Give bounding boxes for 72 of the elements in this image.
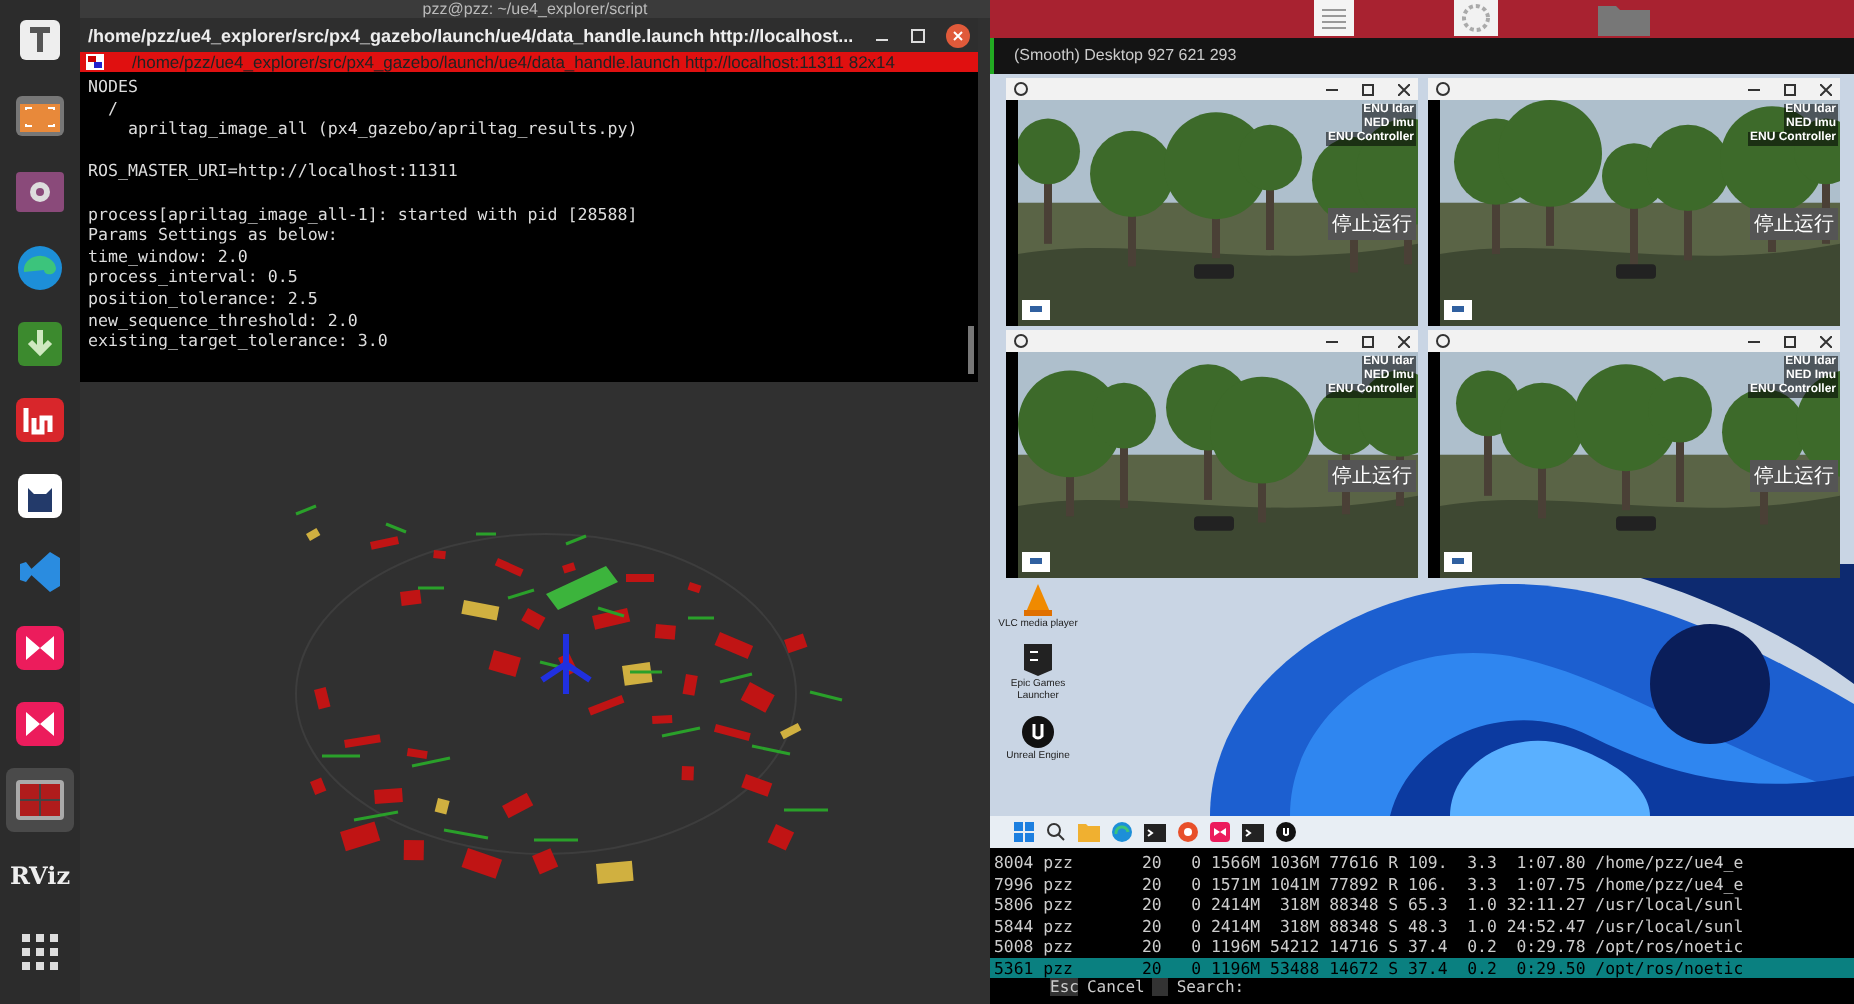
windows-start-icon[interactable] bbox=[1014, 822, 1034, 842]
browser-icon[interactable] bbox=[1112, 822, 1132, 842]
search-prompt: Search: bbox=[1176, 978, 1245, 996]
key-action: Cancel bbox=[1086, 978, 1145, 996]
process-row[interactable]: 8004 pzz 20 0 1566M 1036M 77616 R 109. 3.3 1:07.80 /home/pzz/ue4_e bbox=[990, 852, 1854, 873]
chat-app-icon bbox=[14, 396, 66, 444]
download-icon bbox=[16, 320, 64, 368]
close-icon[interactable] bbox=[1398, 83, 1410, 95]
window-title: (Smooth) Desktop 927 621 293 bbox=[1014, 46, 1237, 64]
stop-button[interactable]: 停止运行 bbox=[1750, 208, 1838, 240]
dock-item[interactable]: RViz bbox=[6, 844, 74, 908]
process-row[interactable]: 5844 pzz 20 0 2414M 318M 88348 S 48.3 1.0 24:52.47 /usr/local/sunl bbox=[990, 915, 1854, 936]
film-icon bbox=[14, 170, 66, 214]
minimize-icon[interactable] bbox=[1326, 83, 1338, 95]
unreal-icon[interactable] bbox=[1276, 822, 1296, 842]
terminal-line: apriltag_image_all (px4_gazebo/apriltag_results.py) bbox=[125, 118, 640, 140]
terminal-line: ROS_MASTER_URI=http://localhost:11311 bbox=[88, 160, 460, 182]
maximize-icon[interactable] bbox=[1784, 83, 1796, 95]
cat-icon bbox=[16, 472, 64, 520]
rviz-logo: RViz bbox=[9, 862, 71, 890]
close-icon[interactable] bbox=[1820, 335, 1832, 347]
close-icon[interactable] bbox=[1820, 83, 1832, 95]
maximize-icon[interactable] bbox=[1784, 335, 1796, 347]
process-row[interactable]: 5806 pzz 20 0 2414M 318M 88348 S 65.3 1.0 32:11.27 /usr/local/sunl bbox=[990, 894, 1854, 915]
process-row[interactable]: 5008 pzz 20 0 1196M 54212 14716 S 37.4 0.2 0:29.78 /opt/ros/noetic bbox=[990, 936, 1854, 957]
terminal-icon[interactable] bbox=[1144, 823, 1166, 841]
app-grid-icon bbox=[22, 934, 58, 970]
text-editor-icon bbox=[16, 16, 64, 64]
terminal-line: process_interval: 0.5 bbox=[88, 266, 300, 288]
play-icon bbox=[14, 624, 66, 672]
app-icon bbox=[1014, 82, 1028, 96]
minimize-icon[interactable] bbox=[1326, 335, 1338, 347]
maximize-icon[interactable] bbox=[1362, 335, 1374, 347]
logo-icon bbox=[1022, 300, 1050, 320]
app-icon bbox=[1014, 334, 1028, 348]
close-icon[interactable] bbox=[946, 23, 970, 47]
play-icon[interactable] bbox=[1210, 822, 1230, 842]
app-icon[interactable] bbox=[1178, 822, 1198, 842]
terminal-line: Params Settings as below: bbox=[88, 224, 340, 246]
play-icon bbox=[14, 700, 66, 748]
terminal-line: time_window: 2.0 bbox=[88, 245, 250, 267]
minimize-icon[interactable] bbox=[1748, 83, 1760, 95]
window-title: /home/pzz/ue4_explorer/src/px4_gazebo/launch/ue4/data_handle.launch http://localhost... bbox=[88, 25, 856, 45]
process-row[interactable]: 5361 pzz 20 0 1196M 53488 14672 S 37.4 0.2 0:29.50 /opt/ros/noetic bbox=[990, 957, 1854, 978]
screenshot-icon bbox=[14, 92, 66, 140]
shield-icon[interactable] bbox=[1022, 642, 1054, 678]
terminal-line: NODES bbox=[88, 76, 140, 98]
unreal-icon[interactable] bbox=[1020, 714, 1056, 750]
terminal-line: new_sequence_threshold: 2.0 bbox=[88, 309, 360, 331]
app-icon bbox=[1436, 82, 1450, 96]
maximize-icon[interactable] bbox=[1362, 83, 1374, 95]
document-icon[interactable] bbox=[1314, 0, 1354, 36]
terminal-icon[interactable] bbox=[1242, 823, 1264, 841]
window-title: pzz@pzz: ~/ue4_explorer/script bbox=[422, 0, 648, 18]
minimize-icon[interactable] bbox=[1748, 335, 1760, 347]
terminal-tab-title: /home/pzz/ue4_explorer/src/px4_gazebo/launch/ue4/data_handle.launch http://localhost:11311 82x14 bbox=[132, 52, 896, 72]
logo-icon bbox=[1444, 300, 1472, 320]
terminal-line: / bbox=[105, 97, 120, 119]
search-icon[interactable] bbox=[1046, 822, 1066, 842]
stop-button[interactable]: 停止运行 bbox=[1328, 208, 1416, 240]
app-icon bbox=[1436, 334, 1450, 348]
text-cursor bbox=[1152, 978, 1169, 996]
terminal-line: existing_target_tolerance: 3.0 bbox=[88, 330, 390, 352]
process-row[interactable]: 7996 pzz 20 0 1571M 1041M 77892 R 106. 3.3 1:07.75 /home/pzz/ue4_e bbox=[990, 873, 1854, 894]
code-editor-icon bbox=[16, 548, 64, 596]
key-hint: Esc bbox=[1050, 978, 1079, 996]
terminal-line: position_tolerance: 2.5 bbox=[88, 287, 320, 310]
terminal-icon bbox=[86, 54, 104, 70]
remote-desktop-icon bbox=[14, 778, 66, 822]
close-icon[interactable] bbox=[1398, 335, 1410, 347]
terminal-line: process[apriltag_image_all-1]: started with pid [28588] bbox=[88, 203, 640, 225]
browser-icon bbox=[16, 244, 64, 292]
